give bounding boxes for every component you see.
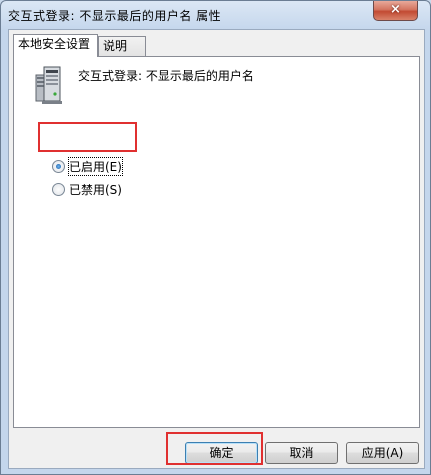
cancel-button[interactable]: 取消	[265, 442, 338, 464]
tab-panel: 交互式登录: 不显示最后的用户名 已启用(E) 已禁用(S)	[13, 56, 420, 428]
ok-button[interactable]: 确定	[185, 442, 258, 464]
apply-button[interactable]: 应用(A)	[346, 442, 419, 464]
close-icon: ×	[390, 2, 401, 17]
server-policy-icon	[35, 66, 62, 104]
window-title: 交互式登录: 不显示最后的用户名 属性	[8, 9, 222, 23]
radio-disabled-label: 已禁用(S)	[69, 182, 122, 197]
properties-dialog: 交互式登录: 不显示最后的用户名 属性 × 本地安全设置 说明 交互式登录: 不…	[0, 0, 431, 475]
radio-enabled[interactable]: 已启用(E)	[52, 156, 123, 176]
tab-explain[interactable]: 说明	[98, 36, 146, 56]
policy-name: 交互式登录: 不显示最后的用户名	[78, 69, 254, 83]
radio-disabled[interactable]: 已禁用(S)	[52, 180, 122, 198]
close-button[interactable]: ×	[373, 1, 418, 21]
radio-button-unchecked[interactable]	[52, 182, 65, 196]
tab-label: 说明	[103, 39, 128, 53]
radio-button-checked[interactable]	[52, 159, 65, 173]
radio-enabled-label: 已启用(E)	[68, 156, 123, 176]
dialog-client-area: 本地安全设置 说明 交互式登录: 不显示最后的用户名 已启用(E) 已禁用(S)…	[8, 29, 425, 469]
tab-local-security-setting[interactable]: 本地安全设置	[13, 34, 98, 57]
tab-label: 本地安全设置	[18, 37, 91, 51]
